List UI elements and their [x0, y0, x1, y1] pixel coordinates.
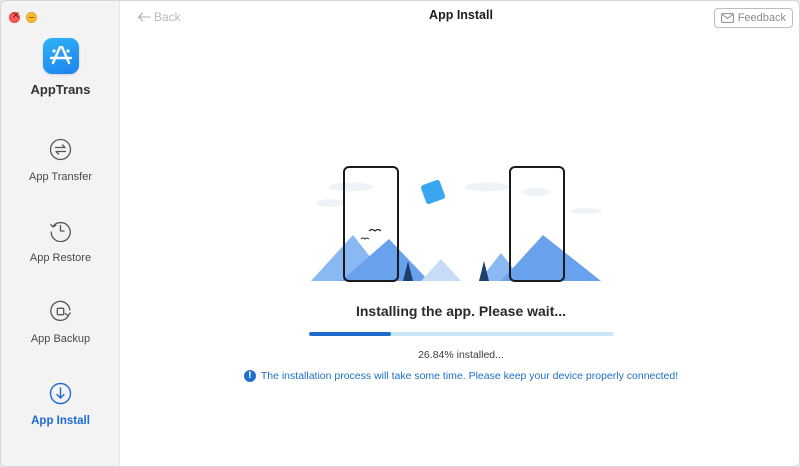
install-progress-fill: [309, 332, 391, 336]
notice-text: The installation process will take some …: [260, 370, 679, 382]
sidebar-item-label: App Install: [31, 415, 90, 427]
mountain-shape: [501, 235, 601, 281]
sidebar-item-label: App Backup: [30, 333, 91, 345]
window-controls: [9, 10, 37, 23]
sidebar: AppTrans App Transfer App Resto: [1, 1, 120, 466]
transfer-illustration: [311, 166, 602, 282]
mail-icon: [720, 13, 734, 23]
install-progress-bar: [309, 332, 614, 336]
install-percent-text: 26.84% installed...: [418, 349, 504, 361]
bird-shape: [360, 237, 370, 240]
install-status-text: Installing the app. Please wait...: [355, 303, 567, 319]
sidebar-item-app-backup[interactable]: App Backup: [1, 300, 120, 370]
bird-shape: [368, 228, 382, 232]
minimize-window-button[interactable]: [26, 12, 37, 23]
transfer-arrows-icon: [49, 138, 72, 161]
sidebar-item-app-restore[interactable]: App Restore: [1, 219, 120, 289]
app-store-icon: [49, 45, 73, 65]
app-tile-icon: [421, 180, 445, 204]
sidebar-item-label: App Restore: [29, 252, 92, 264]
sidebar-item-app-install[interactable]: App Install: [1, 382, 120, 452]
window-title: App Install: [429, 8, 493, 22]
connection-notice: ! The installation process will take som…: [121, 370, 799, 382]
backup-icon: [49, 300, 72, 323]
main-panel: Back App Install Feedback Installing the…: [121, 1, 799, 466]
cloud-shapes: [317, 182, 602, 214]
mountain-shape: [421, 259, 461, 281]
feedback-label: Feedback: [737, 12, 786, 24]
app-window: AppTrans App Transfer App Resto: [0, 0, 800, 467]
sidebar-item-app-transfer[interactable]: App Transfer: [1, 138, 120, 208]
info-icon: !: [243, 370, 256, 382]
sidebar-item-label: App Transfer: [29, 171, 92, 183]
feedback-button[interactable]: Feedback: [713, 8, 793, 28]
install-download-icon: [49, 382, 72, 405]
close-window-button[interactable]: [9, 10, 20, 23]
restore-clock-icon: [49, 219, 72, 243]
apptrans-logo: [43, 38, 79, 74]
app-brand-name: AppTrans: [30, 82, 91, 97]
